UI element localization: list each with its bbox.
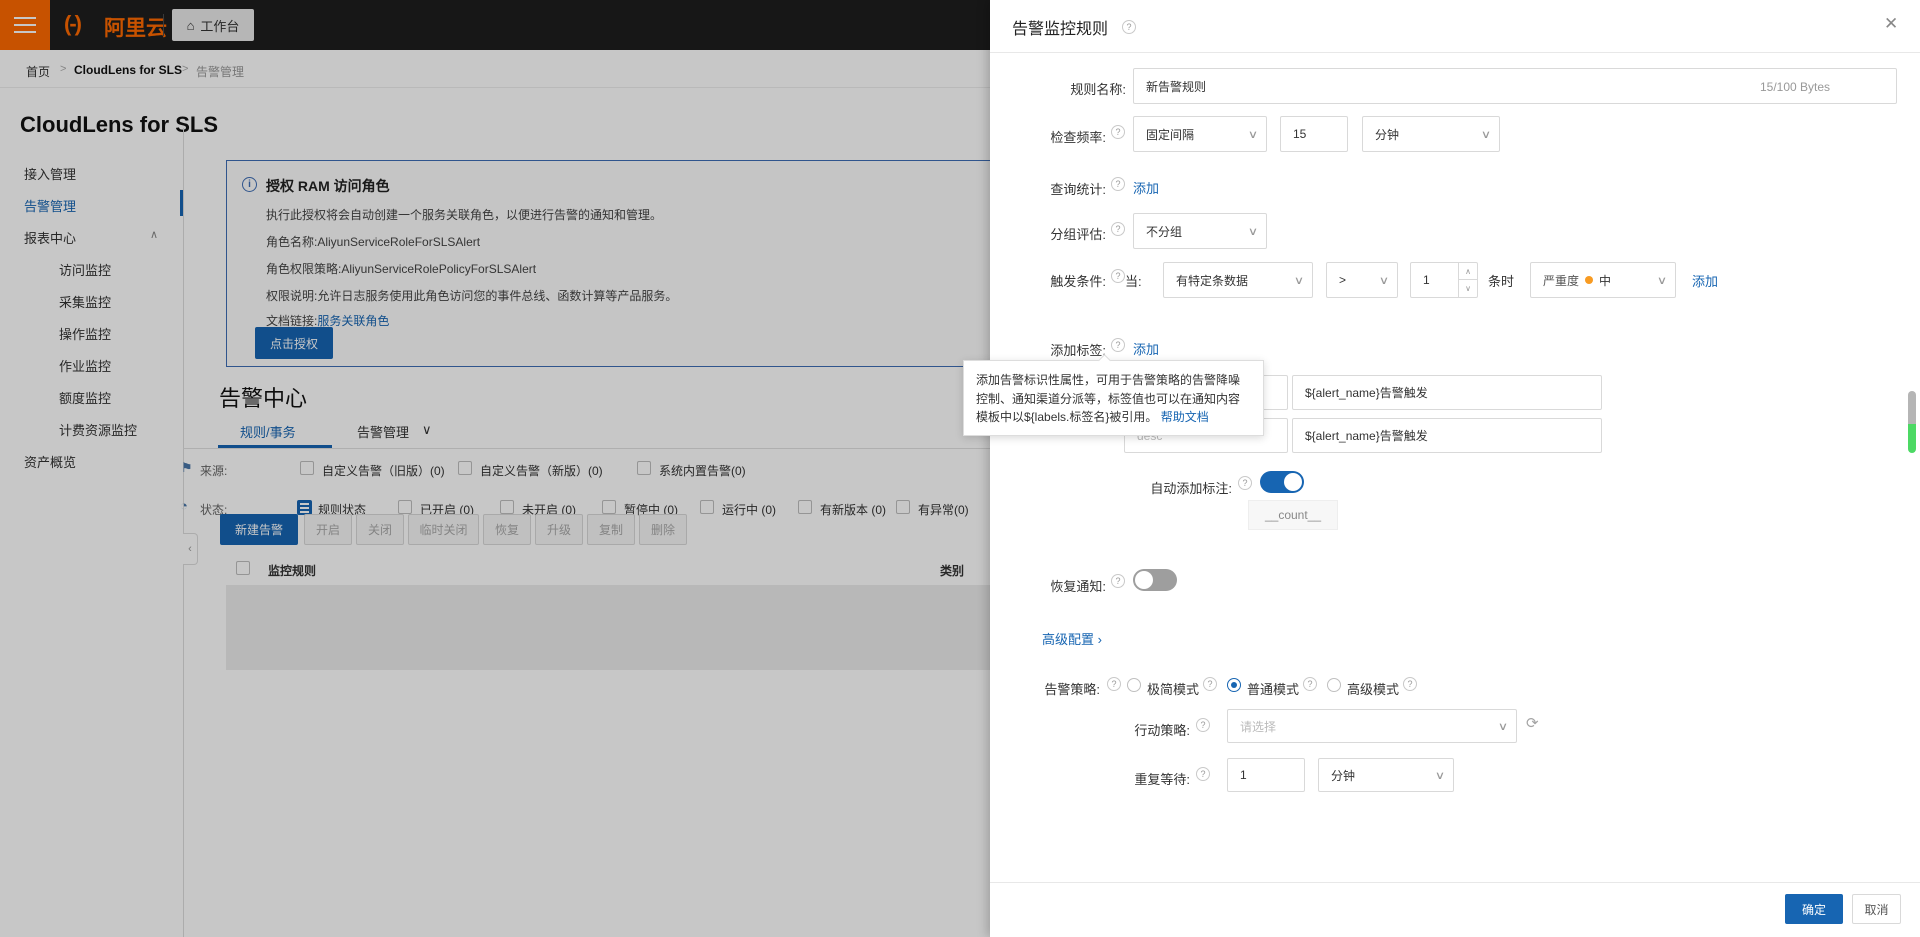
action-policy-select[interactable]: 请选择∨ xyxy=(1227,709,1517,743)
check-freq-unit-value: 分钟 xyxy=(1375,126,1399,143)
severity-value: 中 xyxy=(1599,272,1611,289)
radio-normal-mode[interactable] xyxy=(1227,678,1241,692)
drawer-footer-divider xyxy=(990,882,1920,883)
normal-mode-help-icon[interactable]: ? xyxy=(1303,677,1317,691)
title-help-icon[interactable]: ? xyxy=(1122,20,1136,34)
simple-mode-help-icon[interactable]: ? xyxy=(1203,677,1217,691)
query-stats-label: 查询统计: xyxy=(930,179,1106,198)
trigger-suffix-label: 条时 xyxy=(1488,271,1522,290)
trigger-add-link[interactable]: 添加 xyxy=(1692,271,1718,290)
scrollbar-thumb[interactable] xyxy=(1908,391,1916,424)
close-icon[interactable]: ✕ xyxy=(1884,14,1898,34)
chevron-right-icon: › xyxy=(1098,632,1102,647)
advanced-mode-label: 高级模式 xyxy=(1347,679,1399,698)
repeat-wait-label: 重复等待: xyxy=(1010,769,1190,788)
number-stepper[interactable]: ∧∨ xyxy=(1458,263,1477,297)
recovery-label: 恢复通知: xyxy=(930,576,1106,595)
group-eval-select[interactable]: 不分组∨ xyxy=(1133,213,1267,249)
normal-mode-label: 普通模式 xyxy=(1247,679,1299,698)
advanced-config-text: 高级配置 xyxy=(1042,632,1094,647)
action-policy-label: 行动策略: xyxy=(1010,720,1190,739)
overlay-mask[interactable] xyxy=(0,0,990,937)
check-freq-unit-select[interactable]: 分钟∨ xyxy=(1362,116,1500,152)
query-stats-help-icon[interactable]: ? xyxy=(1111,177,1125,191)
repeat-wait-unit-value: 分钟 xyxy=(1331,767,1355,784)
stepper-up-icon[interactable]: ∧ xyxy=(1459,263,1477,280)
drawer-title: 告警监控规则 xyxy=(1012,15,1108,39)
repeat-wait-unit-select[interactable]: 分钟∨ xyxy=(1318,758,1454,792)
trigger-cond-value: 有特定条数据 xyxy=(1176,272,1248,289)
recovery-toggle[interactable] xyxy=(1133,569,1177,591)
severity-dot-icon xyxy=(1585,276,1593,284)
add-labels-add-link[interactable]: 添加 xyxy=(1133,339,1159,358)
check-freq-mode-value: 固定间隔 xyxy=(1146,126,1194,143)
trigger-label: 触发条件: xyxy=(930,271,1106,290)
count-tag: __count__ xyxy=(1248,500,1338,530)
group-eval-help-icon[interactable]: ? xyxy=(1111,222,1125,236)
radio-simple-mode[interactable] xyxy=(1127,678,1141,692)
scrollbar-thumb-highlight[interactable] xyxy=(1908,424,1916,453)
check-freq-mode-select[interactable]: 固定间隔∨ xyxy=(1133,116,1267,152)
severity-label: 严重度 xyxy=(1543,272,1579,289)
recovery-help-icon[interactable]: ? xyxy=(1111,574,1125,588)
cancel-button[interactable]: 取消 xyxy=(1852,894,1901,924)
auto-annotation-label: 自动添加标注: xyxy=(1050,478,1232,497)
drawer-header-divider xyxy=(990,52,1920,53)
advanced-mode-help-icon[interactable]: ? xyxy=(1403,677,1417,691)
refresh-icon[interactable]: ⟳ xyxy=(1526,714,1539,732)
policy-label: 告警策略: xyxy=(900,679,1100,698)
add-labels-label: 添加标签: xyxy=(930,340,1106,359)
add-labels-help-icon[interactable]: ? xyxy=(1111,338,1125,352)
check-freq-value-input[interactable] xyxy=(1280,116,1348,152)
repeat-wait-input[interactable] xyxy=(1227,758,1305,792)
trigger-op-select[interactable]: >∨ xyxy=(1326,262,1398,298)
radio-advanced-mode[interactable] xyxy=(1327,678,1341,692)
annotation-value-input-2[interactable] xyxy=(1292,418,1602,453)
action-policy-help-icon[interactable]: ? xyxy=(1196,718,1210,732)
advanced-config-link[interactable]: 高级配置 › xyxy=(1042,629,1102,648)
trigger-cond-select[interactable]: 有特定条数据∨ xyxy=(1163,262,1313,298)
trigger-help-icon[interactable]: ? xyxy=(1111,269,1125,283)
trigger-op-value: > xyxy=(1339,273,1346,287)
action-policy-placeholder: 请选择 xyxy=(1240,718,1276,735)
labels-tooltip: 添加告警标识性属性，可用于告警策略的告警降噪控制、通知渠道分派等，标签值也可以在… xyxy=(963,360,1264,436)
repeat-wait-help-icon[interactable]: ? xyxy=(1196,767,1210,781)
byte-counter: 15/100 Bytes xyxy=(1760,80,1830,94)
policy-help-icon[interactable]: ? xyxy=(1107,677,1121,691)
query-stats-add-link[interactable]: 添加 xyxy=(1133,178,1159,197)
confirm-button[interactable]: 确定 xyxy=(1785,894,1843,924)
auto-annotation-toggle[interactable] xyxy=(1260,471,1304,493)
severity-select[interactable]: 严重度 中 ∨ xyxy=(1530,262,1676,298)
check-freq-label: 检查频率: xyxy=(930,127,1106,146)
simple-mode-label: 极简模式 xyxy=(1147,679,1199,698)
stepper-down-icon[interactable]: ∨ xyxy=(1459,280,1477,297)
auto-annotation-help-icon[interactable]: ? xyxy=(1238,476,1252,490)
rule-name-label: 规则名称: xyxy=(950,79,1126,98)
group-eval-value: 不分组 xyxy=(1146,223,1182,240)
trigger-when-label: 当: xyxy=(1125,271,1155,290)
check-freq-help-icon[interactable]: ? xyxy=(1111,125,1125,139)
group-eval-label: 分组评估: xyxy=(930,224,1106,243)
annotation-value-input-1[interactable] xyxy=(1292,375,1602,410)
tooltip-help-link[interactable]: 帮助文档 xyxy=(1161,410,1209,424)
